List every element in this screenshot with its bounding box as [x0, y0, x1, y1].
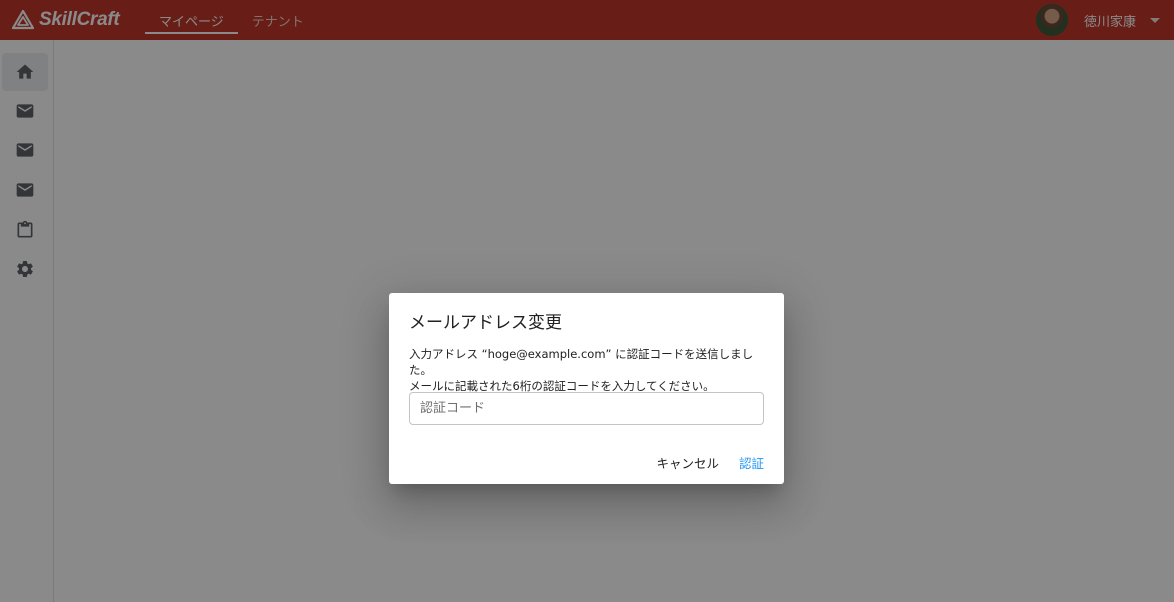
dialog-actions: キャンセル 認証: [656, 453, 764, 472]
dialog-message: 入力アドレス “hoge@example.com” に認証コードを送信しました。…: [409, 346, 769, 394]
cancel-button[interactable]: キャンセル: [656, 453, 719, 472]
dialog-title: メールアドレス変更: [409, 313, 562, 333]
change-email-dialog: メールアドレス変更 入力アドレス “hoge@example.com” に認証コ…: [389, 293, 784, 484]
verify-button[interactable]: 認証: [739, 453, 764, 472]
dialog-message-line1: 入力アドレス “hoge@example.com” に認証コードを送信しました。: [409, 347, 754, 377]
verification-code-input[interactable]: [409, 392, 764, 425]
